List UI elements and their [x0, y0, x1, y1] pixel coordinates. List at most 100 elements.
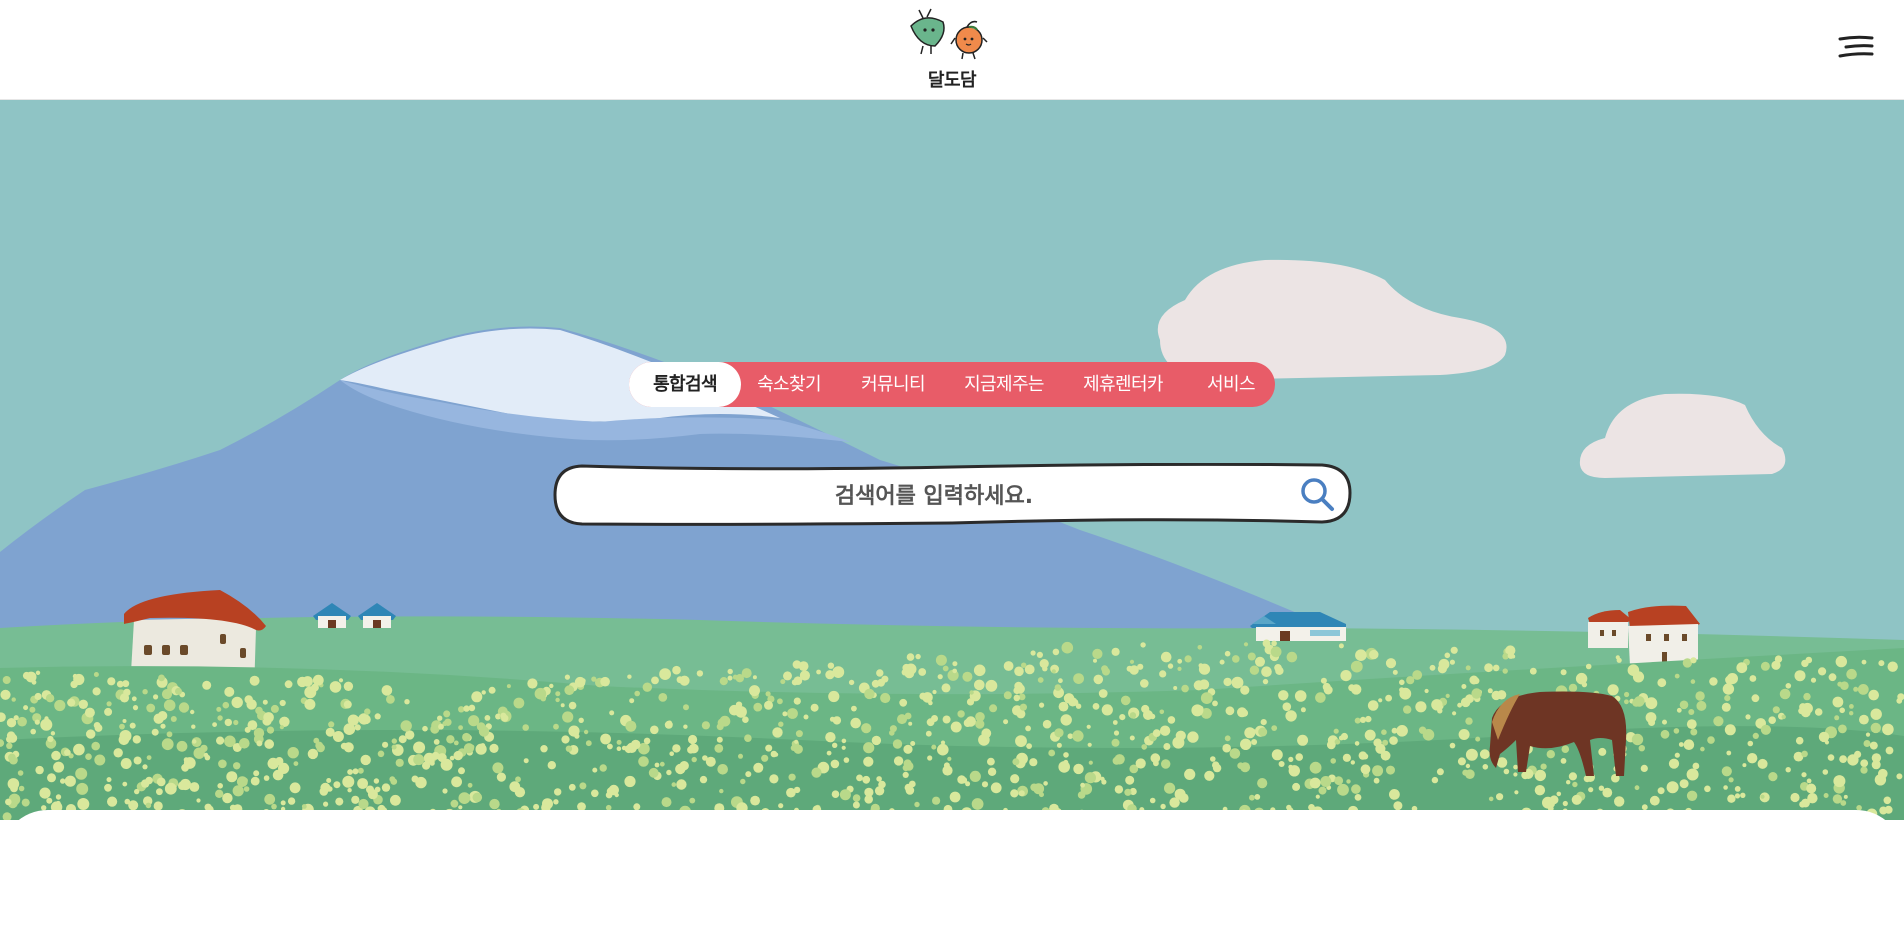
- flower-dot: [1223, 677, 1232, 687]
- flower-dot: [987, 767, 997, 776]
- tab-community[interactable]: 커뮤니티: [837, 362, 949, 407]
- flower-dot: [861, 723, 872, 734]
- flower-dot: [564, 674, 571, 680]
- flower-dot: [1760, 794, 1765, 799]
- flower-dot: [969, 690, 974, 695]
- flower-dot: [1749, 675, 1757, 682]
- flower-dot: [940, 740, 946, 745]
- flower-dot: [395, 758, 404, 767]
- hamburger-menu-icon: [1838, 35, 1874, 58]
- tab-jeju-now[interactable]: 지금제주는: [949, 362, 1059, 407]
- flower-dot: [579, 782, 587, 790]
- flower-dot: [1843, 794, 1848, 799]
- flower-dot: [1722, 683, 1735, 695]
- flower-dot: [839, 789, 851, 801]
- flower-dot: [191, 724, 196, 729]
- flower-dot: [1318, 786, 1327, 795]
- site-logo[interactable]: 달도담: [905, 6, 999, 91]
- flower-dot: [902, 663, 911, 672]
- search-input[interactable]: [592, 471, 1276, 521]
- tab-integrated-search[interactable]: 통합검색: [629, 362, 741, 407]
- flower-dot: [949, 791, 961, 803]
- flower-dot: [462, 732, 471, 742]
- flower-dot: [1870, 708, 1882, 720]
- flower-dot: [659, 668, 671, 680]
- flower-dot: [189, 782, 200, 792]
- flower-dot: [146, 703, 156, 713]
- flower-dot: [798, 661, 809, 671]
- flower-dot: [289, 782, 301, 794]
- search-button[interactable]: [1298, 475, 1338, 515]
- flower-dot: [565, 745, 573, 752]
- flower-dot: [35, 670, 41, 675]
- flower-dot: [1385, 694, 1392, 702]
- flower-dot: [717, 764, 728, 775]
- flower-dot: [463, 705, 470, 712]
- tab-partner-rental-car[interactable]: 제휴렌터카: [1059, 362, 1187, 407]
- flower-dot: [1135, 758, 1146, 769]
- flower-dot: [133, 756, 142, 765]
- flower-dot: [1445, 693, 1450, 699]
- flower-dot: [106, 701, 112, 707]
- flower-dot: [131, 696, 137, 702]
- flower-dot: [233, 700, 240, 708]
- flower-dot: [1320, 677, 1327, 684]
- flower-dot: [1849, 711, 1854, 716]
- flower-dot: [1438, 658, 1450, 670]
- flower-dot: [1598, 747, 1607, 756]
- flower-dot: [1058, 678, 1063, 684]
- flower-dot: [1354, 741, 1360, 746]
- flower-dot: [1048, 749, 1056, 757]
- flower-dot: [659, 761, 665, 767]
- flower-dot: [583, 729, 589, 735]
- flower-dot: [1364, 729, 1376, 741]
- flower-dot: [1322, 682, 1331, 691]
- tab-find-accommodation[interactable]: 숙소찾기: [741, 362, 837, 407]
- flower-dot: [1042, 719, 1052, 729]
- flower-dot: [11, 697, 16, 702]
- flower-dot: [1240, 709, 1249, 717]
- flower-dot: [832, 742, 838, 748]
- flower-dot: [367, 789, 378, 800]
- flower-dot: [973, 664, 986, 677]
- flower-dot: [1814, 708, 1823, 716]
- flower-dot: [304, 686, 317, 699]
- flower-dot: [852, 794, 861, 802]
- flower-dot: [1462, 769, 1469, 776]
- flower-dot: [381, 783, 391, 792]
- flower-dot: [561, 735, 570, 744]
- flower-dot: [1734, 786, 1741, 792]
- flower-dot: [1030, 650, 1036, 656]
- flower-dot: [233, 762, 241, 770]
- flower-dot: [329, 681, 342, 693]
- flower-dot: [343, 681, 354, 691]
- flower-dot: [1152, 729, 1161, 737]
- flower-dot: [145, 802, 152, 809]
- tab-services[interactable]: 서비스: [1187, 362, 1275, 407]
- flower-dot: [489, 743, 499, 754]
- flower-dot: [1847, 754, 1859, 766]
- flower-dot: [1101, 704, 1113, 716]
- flower-dot: [1355, 649, 1367, 661]
- flower-dot: [825, 732, 836, 743]
- flower-dot: [826, 750, 832, 756]
- search-icon: [1301, 478, 1334, 511]
- flower-dot: [422, 761, 431, 770]
- hamburger-menu-button[interactable]: [1836, 33, 1876, 63]
- flower-dot: [1010, 774, 1020, 784]
- flower-dot: [687, 746, 695, 754]
- flower-dot: [132, 705, 139, 711]
- flower-dot: [1200, 692, 1213, 704]
- flower-dot: [1624, 691, 1630, 698]
- flower-dot: [969, 770, 981, 783]
- flower-dot: [600, 733, 611, 745]
- flower-dot: [1367, 700, 1379, 711]
- flower-dot: [795, 730, 803, 738]
- hero-section: 통합검색 숙소찾기 커뮤니티 지금제주는 제휴렌터카 서비스: [0, 100, 1904, 820]
- flower-dot: [1662, 719, 1667, 725]
- flower-dot: [1369, 649, 1379, 660]
- flower-dot: [104, 783, 112, 792]
- flower-dot: [145, 776, 153, 785]
- flower-dot: [1159, 725, 1171, 736]
- flower-dot: [437, 715, 443, 721]
